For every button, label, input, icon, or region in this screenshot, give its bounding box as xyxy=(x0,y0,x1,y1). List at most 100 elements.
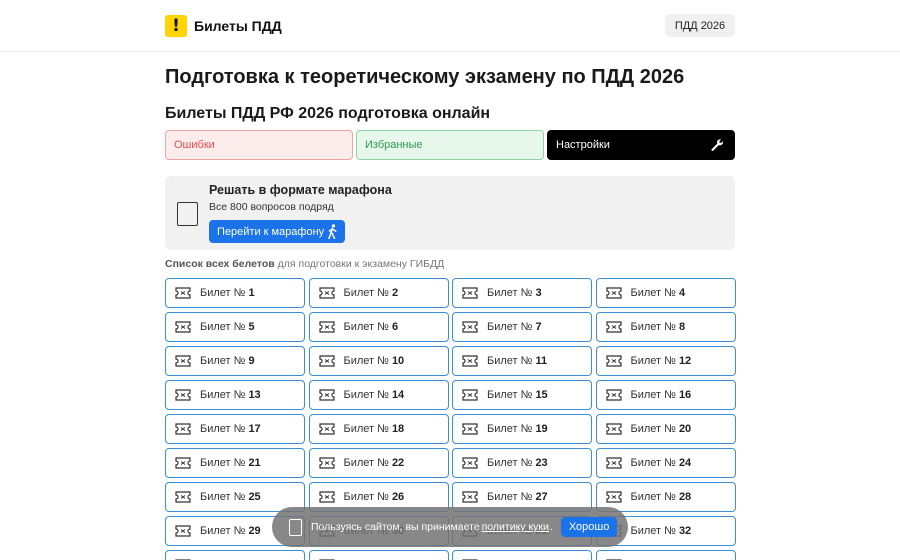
ticket-button[interactable]: Билет № 24 xyxy=(595,448,736,478)
ticket-label: Билет № xyxy=(200,355,246,367)
ticket-icon xyxy=(462,491,478,503)
ticket-label: Билет № xyxy=(200,457,246,469)
ticket-number: 5 xyxy=(248,321,255,333)
ticket-button[interactable]: Билет № 28 xyxy=(595,482,736,512)
favorites-label: Избранные xyxy=(365,139,423,151)
ticket-number: 28 xyxy=(678,491,692,503)
ticket-label: Билет № xyxy=(343,389,389,401)
ticket-icon xyxy=(175,423,191,435)
ticket-button[interactable]: Билет № 16 xyxy=(595,380,736,410)
ticket-button[interactable]: Билет № 23 xyxy=(452,448,592,478)
ticket-label: Билет № xyxy=(487,423,533,435)
ticket-button[interactable]: Билет № 1 xyxy=(165,278,305,308)
ticket-button[interactable]: Билет № 3 xyxy=(452,278,592,308)
ticket-icon xyxy=(175,355,191,367)
ticket-button[interactable]: Билет № 9 xyxy=(165,346,305,376)
ticket-icon xyxy=(318,423,335,435)
ticket-icon xyxy=(175,491,191,503)
tickets-list-heading-bold: Список всех белетов xyxy=(165,258,275,270)
ticket-icon xyxy=(462,355,478,367)
ticket-label: Билет № xyxy=(487,457,533,469)
ticket-button[interactable]: Билет № 19 xyxy=(452,414,592,444)
ticket-number: 19 xyxy=(535,423,548,435)
site-header: ! Билеты ПДД ПДД 2026 xyxy=(0,0,900,52)
ticket-number: 2 xyxy=(391,287,399,299)
cookie-period: . xyxy=(549,521,553,533)
settings-label: Настройки xyxy=(556,139,610,151)
ticket-label: Билет № xyxy=(343,287,389,299)
errors-button[interactable]: Ошибки xyxy=(165,130,353,160)
ticket-icon xyxy=(175,321,191,333)
ticket-number: 22 xyxy=(391,457,405,469)
ticket-icon xyxy=(175,389,191,401)
ticket-number: 23 xyxy=(535,457,548,469)
ticket-label: Билет № xyxy=(630,355,676,367)
ticket-button[interactable]: Билет №36 xyxy=(595,550,736,560)
ticket-label: Билет № xyxy=(343,423,389,435)
cookie-banner: Пользуясь сайтом, вы принимаете политику… xyxy=(272,507,628,547)
ticket-label: Билет № xyxy=(343,457,389,469)
ticket-number: 25 xyxy=(248,491,261,503)
ticket-button[interactable]: Билет № 21 xyxy=(165,448,305,478)
ticket-button[interactable]: Билет № 7 xyxy=(452,312,592,342)
ticket-button[interactable]: Билет № 4 xyxy=(595,278,736,308)
ticket-icon xyxy=(318,457,335,469)
marathon-description: Все 800 вопросов подряд xyxy=(209,201,334,213)
ticket-number: 29 xyxy=(248,525,261,537)
ticket-button[interactable]: Билет №34 xyxy=(308,550,449,560)
ticket-number: 6 xyxy=(391,321,399,333)
ticket-label: Билет № xyxy=(343,321,389,333)
marathon-button[interactable]: Перейти к марафону xyxy=(209,220,345,243)
ticket-icon xyxy=(318,321,335,333)
ticket-button[interactable]: Билет № 14 xyxy=(308,380,449,410)
ticket-number: 24 xyxy=(678,457,692,469)
ticket-button[interactable]: Билет № 13 xyxy=(165,380,305,410)
ticket-label: Билет № xyxy=(343,355,389,367)
logo[interactable]: ! Билеты ПДД xyxy=(165,14,282,38)
ticket-number: 13 xyxy=(248,389,261,401)
ticket-button[interactable]: Билет № 5 xyxy=(165,312,305,342)
ticket-label: Билет № xyxy=(630,491,676,503)
ticket-button[interactable]: Билет № 12 xyxy=(595,346,736,376)
ticket-button[interactable]: Билет № 18 xyxy=(308,414,449,444)
ticket-label: Билет № xyxy=(487,389,533,401)
ticket-button[interactable]: Билет № 17 xyxy=(165,414,305,444)
ticket-icon xyxy=(462,321,478,333)
settings-button[interactable]: Настройки xyxy=(547,130,735,160)
ticket-button[interactable]: Билет № 11 xyxy=(452,346,592,376)
ticket-label: Билет № xyxy=(630,389,676,401)
ticket-button[interactable]: Билет № 22 xyxy=(308,448,449,478)
logo-exclamation-icon: ! xyxy=(165,15,187,37)
ticket-button[interactable]: Билет № 2 xyxy=(308,278,449,308)
ticket-icon xyxy=(605,389,622,401)
favorites-button[interactable]: Избранные xyxy=(356,130,544,160)
ticket-icon xyxy=(175,457,191,469)
ticket-icon xyxy=(605,457,622,469)
cookie-accept-button[interactable]: Хорошо xyxy=(560,517,618,537)
ticket-button[interactable]: Билет № 10 xyxy=(308,346,449,376)
wrench-icon xyxy=(711,139,723,151)
ticket-button[interactable]: Билет №33 xyxy=(165,550,305,560)
ticket-label: Билет № xyxy=(343,491,389,503)
ticket-label: Билет № xyxy=(200,389,246,401)
ticket-button[interactable]: Билет №35 xyxy=(452,550,592,560)
ticket-number: 8 xyxy=(678,321,686,333)
ticket-number: 11 xyxy=(535,355,548,367)
year-button[interactable]: ПДД 2026 xyxy=(665,14,735,37)
ticket-icon xyxy=(462,389,478,401)
ticket-button[interactable]: Билет № 20 xyxy=(595,414,736,444)
logo-text: Билеты ПДД xyxy=(194,18,282,34)
ticket-number: 27 xyxy=(535,491,548,503)
ticket-label: Билет № xyxy=(630,457,676,469)
ticket-label: Билет № xyxy=(487,321,533,333)
ticket-label: Билет № xyxy=(487,287,533,299)
ticket-button[interactable]: Билет № 6 xyxy=(308,312,449,342)
ticket-label: Билет № xyxy=(200,491,246,503)
ticket-number: 26 xyxy=(391,491,405,503)
marathon-button-label: Перейти к марафону xyxy=(217,225,325,238)
ticket-button[interactable]: Билет № 15 xyxy=(452,380,592,410)
ticket-button[interactable]: Билет № 8 xyxy=(595,312,736,342)
ticket-number: 1 xyxy=(248,287,255,299)
cookie-policy-link[interactable]: политику куки xyxy=(482,521,549,533)
ticket-number: 18 xyxy=(391,423,405,435)
